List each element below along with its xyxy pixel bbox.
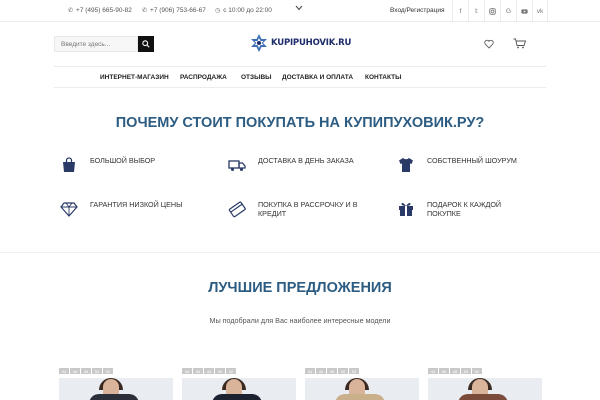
cart-icon[interactable] [513,38,526,49]
site-logo[interactable]: KUPIPUHOVIK.RU [249,33,351,53]
feature-text: ПОКУПКА В РАССРОЧКУ И В КРЕДИТ [258,200,358,218]
search-input[interactable] [54,36,138,52]
feature-text: БОЛЬШОЙ ВЫБОР [90,156,156,165]
nav-item-shop[interactable]: ИНТЕРНЕТ-МАГАЗИН [100,74,169,81]
facebook-icon[interactable]: f [452,0,468,22]
size-list: 44 46 48 50 52 [428,368,542,374]
product-card[interactable]: 44 46 48 50 52 [428,368,542,400]
phone-icon: ✆ [68,8,74,14]
twitter-icon[interactable]: 𝕥 [468,0,484,22]
product-card[interactable]: 44 46 48 50 52 [182,368,296,400]
nav-item-sale[interactable]: РАСПРОДАЖА [180,74,227,81]
feature-item: ПОДАРОК К КАЖДОЙ ПОКУПКЕ [397,200,517,218]
model-coat [89,394,139,400]
wishlist-heart-icon[interactable] [484,39,494,49]
size-badge: 52 [103,368,113,374]
feature-item: ДОСТАВКА В ДЕНЬ ЗАКАЗА [228,156,354,174]
feature-text: ПОДАРОК К КАЖДОЙ ПОКУПКЕ [427,200,502,218]
clock-icon: ◷ [215,8,221,14]
product-photo[interactable] [59,378,173,400]
shopping-bag-icon [63,157,75,172]
nav-item-reviews[interactable]: ОТЗЫВЫ [241,74,272,81]
feature-text: СОБСТВЕННЫЙ ШОУРУМ [427,156,517,165]
phone-2-text: +7 (906) 753-66-67 [150,7,206,14]
size-badge: 50 [92,368,102,374]
product-photo[interactable] [428,378,542,400]
search-form [54,36,154,52]
size-badge: 48 [204,368,214,374]
vk-icon[interactable]: vk [532,0,548,22]
offers-subtitle: Мы подобрали для Вас наиболее интересные… [209,316,391,325]
size-list: 44 46 48 50 52 [182,368,296,374]
nav-item-contacts[interactable]: КОНТАКТЫ [365,74,401,81]
size-badge: 52 [472,368,482,374]
feature-text: ДОСТАВКА В ДЕНЬ ЗАКАЗА [258,156,354,165]
model-coat [212,394,262,400]
working-hours-text: с 10:00 до 22:00 [223,7,272,14]
size-badge: 46 [316,368,326,374]
truck-icon [228,160,246,171]
size-badge: 52 [349,368,359,374]
size-badge: 48 [81,368,91,374]
chevron-down-icon[interactable] [295,4,303,13]
feature-item: СОБСТВЕННЫЙ ШОУРУМ [397,156,517,174]
size-badge: 44 [428,368,438,374]
size-badge: 46 [439,368,449,374]
feature-text: ГАРАНТИЯ НИЗКОЙ ЦЕНЫ [90,200,183,209]
model-coat [458,394,508,400]
feature-item: БОЛЬШОЙ ВЫБОР [60,156,155,174]
product-photo[interactable] [182,378,296,400]
size-badge: 50 [215,368,225,374]
search-icon [142,40,150,48]
size-badge: 44 [59,368,69,374]
why-section-title: ПОЧЕМУ СТОИТ ПОКУПАТЬ НА КУПИПУХОВИК.РУ? [115,115,485,131]
gift-icon [399,202,413,216]
shirt-icon [399,158,413,172]
size-badge: 44 [182,368,192,374]
model-coat [335,394,385,400]
top-bar: ✆ +7 (495) 665-90-82 ✆ +7 (906) 753-66-67 … [0,0,600,22]
size-badge: 48 [327,368,337,374]
product-card[interactable]: 44 46 48 50 52 [305,368,419,400]
size-list: 44 46 48 50 52 [59,368,173,374]
logo-text: KUPIPUHOVIK.RU [271,38,352,48]
credit-card-icon [228,201,246,218]
product-photo[interactable] [305,378,419,400]
login-register-link[interactable]: Вход/Регистрация [390,7,445,14]
feature-item: ГАРАНТИЯ НИЗКОЙ ЦЕНЫ [60,200,182,218]
size-list: 44 46 48 50 52 [305,368,419,374]
phone-2[interactable]: ✆ +7 (906) 753-66-67 [142,7,206,14]
phone-1[interactable]: ✆ +7 (495) 665-90-82 [68,7,132,14]
working-hours: ◷ с 10:00 до 22:00 [215,7,272,14]
section-divider [0,252,600,253]
size-badge: 50 [461,368,471,374]
nav-item-delivery[interactable]: ДОСТАВКА И ОПЛАТА [282,74,353,81]
size-badge: 46 [193,368,203,374]
offers-section-title: ЛУЧШИЕ ПРЕДЛОЖЕНИЯ [208,280,392,296]
diamond-icon [60,202,78,217]
instagram-icon[interactable] [484,0,500,22]
size-badge: 48 [450,368,460,374]
youtube-icon[interactable] [516,0,532,22]
size-badge: 50 [338,368,348,374]
feature-item: ПОКУПКА В РАССРОЧКУ И В КРЕДИТ [228,200,378,218]
main-nav: ИНТЕРНЕТ-МАГАЗИН РАСПРОДАЖА ОТЗЫВЫ ДОСТА… [54,66,546,88]
size-badge: 44 [305,368,315,374]
logo-star-icon [251,34,267,52]
size-badge: 52 [226,368,236,374]
google-icon[interactable]: G [500,0,516,22]
search-button[interactable] [138,36,154,52]
phone-icon: ✆ [142,8,148,14]
product-card[interactable]: 44 46 48 50 52 [59,368,173,400]
social-links: f 𝕥 G vk [452,0,548,22]
phone-1-text: +7 (495) 665-90-82 [76,7,132,14]
size-badge: 46 [70,368,80,374]
